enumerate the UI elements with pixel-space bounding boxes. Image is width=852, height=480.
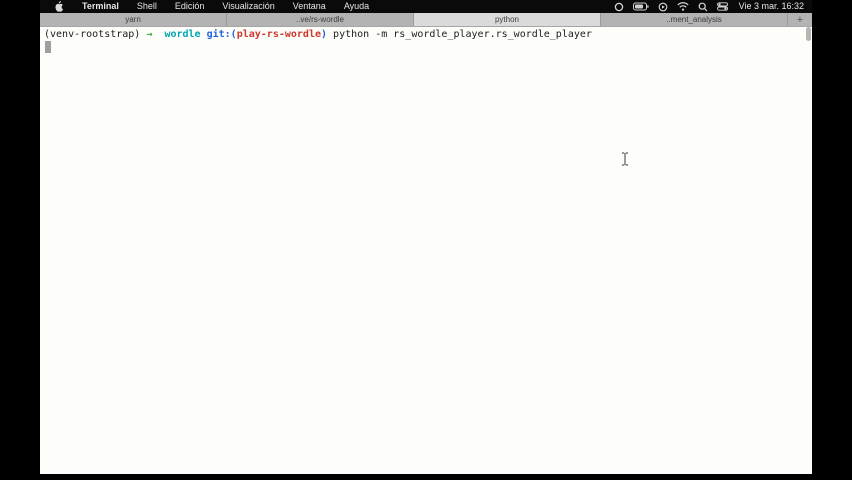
menu-bar-status-area: Vie 3 mar. 16:32 — [614, 0, 812, 13]
apple-menu-icon[interactable] — [54, 1, 63, 12]
ibeam-mouse-cursor — [622, 152, 628, 166]
tab-python[interactable]: python — [414, 13, 601, 26]
menu-item-terminal[interactable]: Terminal — [73, 0, 128, 13]
control-center-icon[interactable] — [716, 2, 728, 11]
focus-circle-icon[interactable] — [614, 2, 624, 12]
battery-icon[interactable] — [632, 2, 649, 11]
scrollbar-thumb[interactable] — [806, 27, 811, 41]
tab-ve-rs-wordle[interactable]: ..ve/rs-wordle — [227, 13, 414, 26]
apple-logo-icon — [55, 1, 63, 12]
tab-label: python — [494, 15, 520, 24]
menu-bar-clock[interactable]: Vie 3 mar. 16:32 — [737, 0, 804, 13]
shell-prompt-line: (venv-rootstrap) → wordle git:(play-rs-w… — [44, 28, 592, 41]
command-text: python -m rs_wordle_player.rs_wordle_pla… — [327, 29, 592, 40]
menu-item-ayuda[interactable]: Ayuda — [335, 0, 378, 13]
terminal-scrollbar[interactable] — [806, 27, 811, 474]
terminal-tab-bar: yarn ..ve/rs-wordle python ..ment_analys… — [40, 13, 812, 27]
tab-label: yarn — [125, 15, 141, 24]
display-area: Terminal Shell Edición Visualización Ven… — [40, 0, 812, 474]
menu-item-ventana[interactable]: Ventana — [284, 0, 335, 13]
menu-bar: Terminal Shell Edición Visualización Ven… — [40, 0, 812, 13]
spotlight-search-icon[interactable] — [698, 2, 708, 12]
menu-item-edicion[interactable]: Edición — [166, 0, 214, 13]
prompt-gap — [152, 29, 164, 40]
git-branch: play-rs-wordle — [236, 29, 321, 40]
venv-prefix: (venv-rootstrap) — [44, 29, 147, 40]
tab-label: ..ve/rs-wordle — [295, 15, 344, 24]
play-circle-icon[interactable] — [658, 2, 668, 12]
current-directory: wordle — [164, 29, 201, 40]
tab-yarn[interactable]: yarn — [40, 13, 227, 26]
wifi-icon[interactable] — [676, 2, 689, 11]
tab-label: ..ment_analysis — [666, 15, 722, 24]
menu-item-shell[interactable]: Shell — [128, 0, 166, 13]
tab-ment-analysis[interactable]: ..ment_analysis — [601, 13, 788, 26]
new-tab-button[interactable]: + — [788, 13, 812, 26]
desktop-screen: { "menu_bar": { "items": ["Terminal", "S… — [0, 0, 852, 480]
menu-item-visualizacion[interactable]: Visualización — [213, 0, 283, 13]
terminal-content[interactable]: (venv-rootstrap) → wordle git:(play-rs-w… — [40, 27, 812, 474]
terminal-block-cursor — [45, 41, 51, 53]
git-prefix: git:( — [206, 29, 237, 40]
